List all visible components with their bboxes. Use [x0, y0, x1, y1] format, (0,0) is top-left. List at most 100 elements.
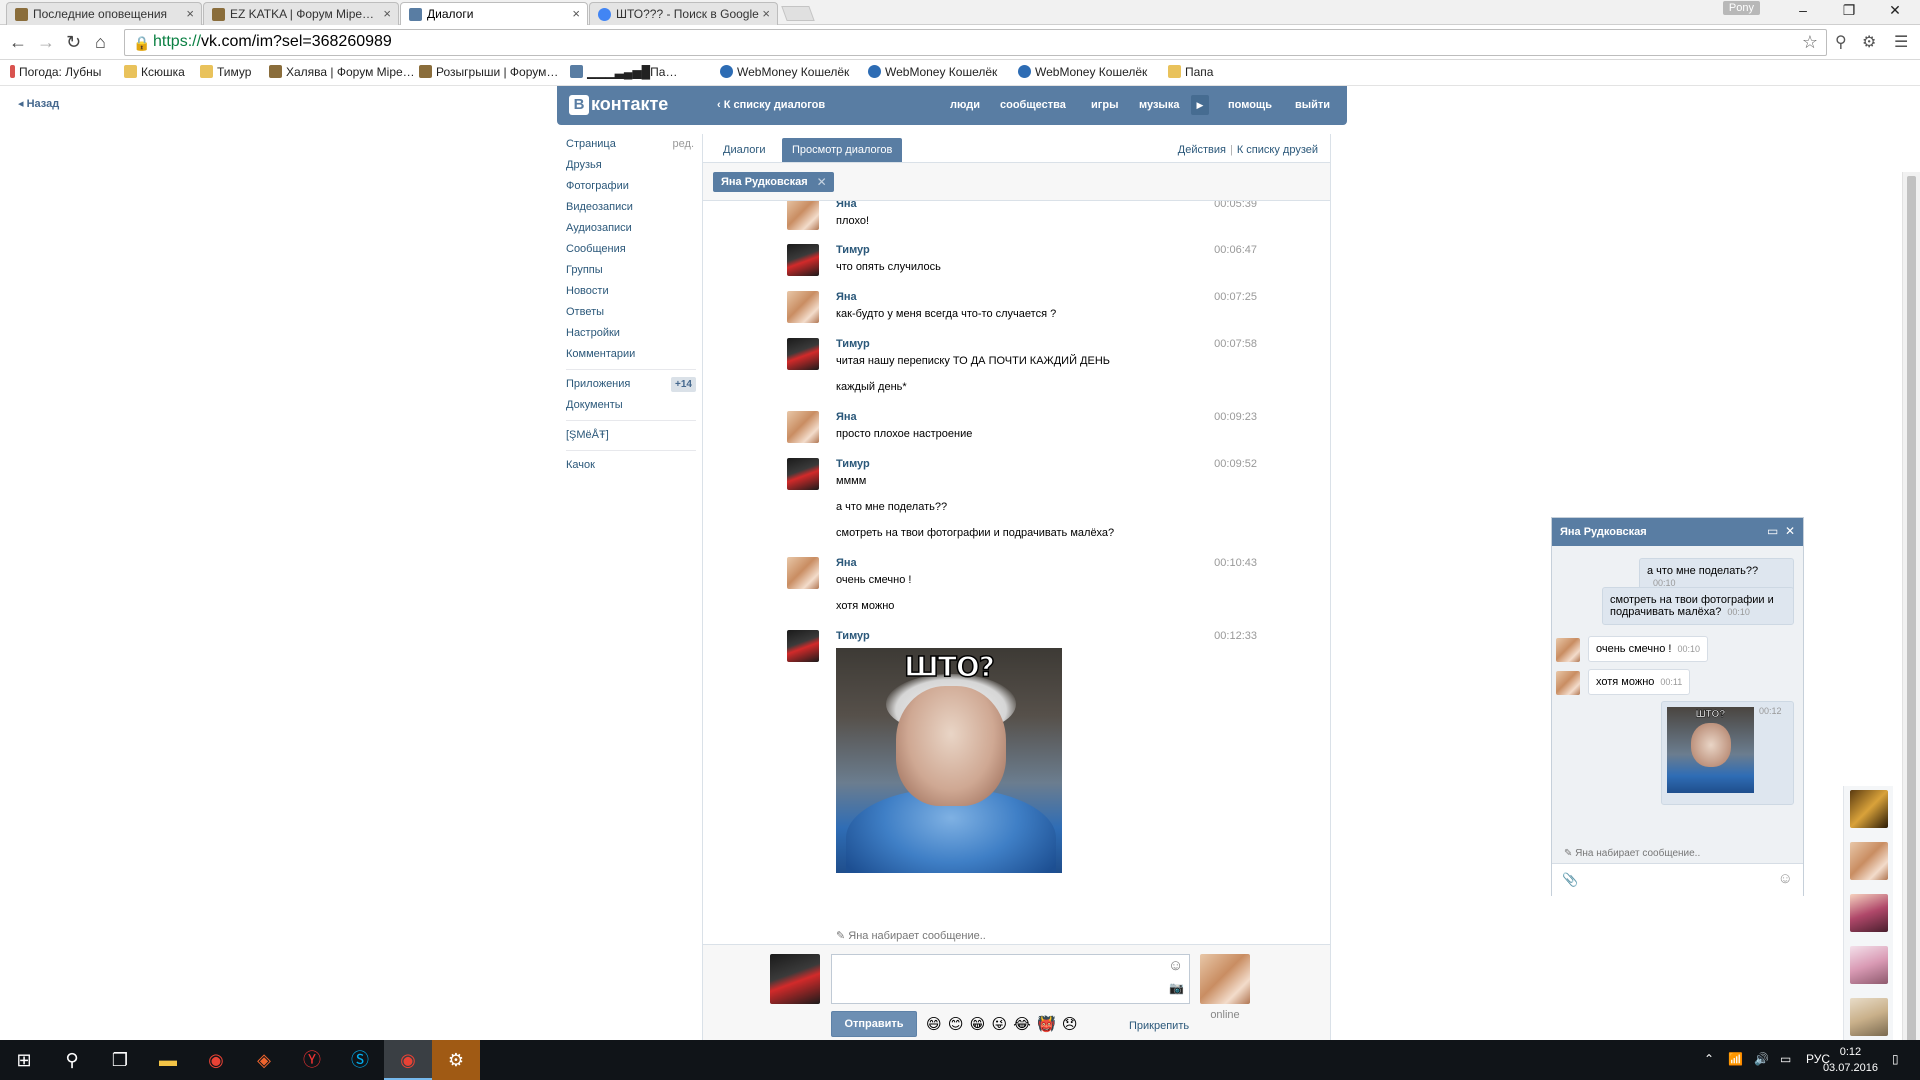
- extension-icon[interactable]: ⚲: [1835, 32, 1847, 52]
- message-author[interactable]: Яна: [836, 201, 857, 210]
- emoji-devil-icon[interactable]: 👹: [1037, 1016, 1056, 1033]
- nav-communities[interactable]: сообщества: [1000, 99, 1066, 111]
- emoji-icon[interactable]: ☺: [1168, 957, 1183, 974]
- action-center-icon[interactable]: ▯: [1892, 1052, 1899, 1066]
- my-avatar[interactable]: [770, 954, 820, 1004]
- bookmark-folder-papa[interactable]: Папа: [1168, 65, 1213, 79]
- contact-chip[interactable]: Яна Рудковская ✕: [713, 172, 834, 192]
- message-author[interactable]: Яна: [836, 411, 857, 423]
- browser-tab-google[interactable]: ШТО??? - Поиск в Google ×: [589, 2, 778, 25]
- new-tab-button[interactable]: [781, 6, 815, 21]
- menu-videos[interactable]: Видеозаписи: [566, 197, 696, 218]
- expand-icon[interactable]: ▭: [1767, 524, 1778, 538]
- file-explorer-icon[interactable]: ▬: [144, 1040, 192, 1080]
- bookmark-vk[interactable]: ▁▁▁▃▄▅█Па…: [570, 65, 677, 79]
- friend-avatar[interactable]: [1850, 946, 1888, 984]
- meme-photo-thumbnail[interactable]: ШТО?: [1667, 707, 1754, 793]
- close-tab-icon[interactable]: ×: [186, 6, 194, 21]
- emoji-smile-icon[interactable]: 😊: [948, 1016, 964, 1033]
- skype-icon[interactable]: Ⓢ: [336, 1040, 384, 1080]
- menu-icon[interactable]: ☰: [1894, 32, 1908, 52]
- browser-tab-dialogs[interactable]: Диалоги ×: [400, 2, 588, 26]
- bookmark-webmoney-3[interactable]: WebMoney Кошелёк: [1018, 65, 1147, 79]
- vk-logo[interactable]: Вконтакте: [569, 94, 668, 115]
- steam-icon[interactable]: ⚙: [432, 1040, 480, 1080]
- menu-comments[interactable]: Комментарии: [566, 344, 696, 365]
- close-tab-icon[interactable]: ×: [572, 6, 580, 21]
- menu-apps[interactable]: Приложения +14: [566, 374, 696, 395]
- bookmark-webmoney-1[interactable]: WebMoney Кошелёк: [720, 65, 849, 79]
- home-icon[interactable]: ⌂: [95, 32, 106, 53]
- menu-news[interactable]: Новости: [566, 281, 696, 302]
- menu-settings[interactable]: Настройки: [566, 323, 696, 344]
- message-author[interactable]: Тимур: [836, 630, 870, 642]
- paperclip-icon[interactable]: 📎: [1562, 872, 1578, 888]
- page-scrollbar[interactable]: [1902, 172, 1920, 1080]
- menu-messages[interactable]: Сообщения: [566, 239, 696, 260]
- avatar[interactable]: [787, 338, 819, 370]
- network-icon[interactable]: 📶: [1728, 1052, 1743, 1066]
- avatar[interactable]: [787, 244, 819, 276]
- nav-people[interactable]: люди: [950, 99, 980, 111]
- back-arrow-icon[interactable]: ←: [9, 32, 27, 53]
- menu-page[interactable]: Страница ред.: [566, 134, 696, 155]
- edit-link[interactable]: ред.: [673, 134, 694, 155]
- menu-friends[interactable]: Друзья: [566, 155, 696, 176]
- close-window-button[interactable]: ✕: [1872, 2, 1918, 19]
- nav-logout[interactable]: выйти: [1295, 99, 1330, 111]
- menu-group-smeat[interactable]: [ŞMëÅŦ]: [566, 425, 696, 446]
- actions-link[interactable]: Действия: [1178, 144, 1226, 156]
- scrollbar-thumb[interactable]: [1907, 176, 1916, 1080]
- close-icon[interactable]: ✕: [1785, 524, 1795, 538]
- address-bar[interactable]: 🔒 https://vk.com/im?sel=368260989 ☆: [124, 29, 1827, 56]
- bookmark-star-icon[interactable]: ☆: [1802, 32, 1818, 53]
- message-author[interactable]: Яна: [836, 557, 857, 569]
- menu-documents[interactable]: Документы: [566, 395, 696, 416]
- nav-help[interactable]: помощь: [1228, 99, 1272, 111]
- message-author[interactable]: Тимур: [836, 458, 870, 470]
- tab-view-dialogs[interactable]: Просмотр диалогов: [782, 138, 903, 162]
- volume-icon[interactable]: 🔊: [1754, 1052, 1769, 1066]
- avatar[interactable]: [787, 291, 819, 323]
- avatar[interactable]: [787, 201, 819, 230]
- yandex-browser-icon[interactable]: Ⓨ: [288, 1040, 336, 1080]
- friend-avatar[interactable]: [1850, 998, 1888, 1036]
- emoji-wink-icon[interactable]: 😜: [991, 1016, 1007, 1033]
- chat-image-bubble[interactable]: ШТО? 00:12: [1661, 701, 1794, 805]
- message-author[interactable]: Яна: [836, 291, 857, 303]
- emoji-icon[interactable]: ☺: [1778, 870, 1793, 887]
- bookmark-halyava[interactable]: Халява | Форум Mipe…: [269, 65, 415, 79]
- browser-tab-notifications[interactable]: Последние оповещения ×: [6, 2, 202, 25]
- chat-avatar[interactable]: [1556, 671, 1580, 695]
- friend-avatar[interactable]: [1850, 842, 1888, 880]
- message-author[interactable]: Тимур: [836, 338, 870, 350]
- emoji-joy-icon[interactable]: 😂: [1013, 1016, 1031, 1033]
- bookmark-giveaways[interactable]: Розыгрыши | Форум…: [419, 65, 558, 79]
- nav-games[interactable]: игры: [1091, 99, 1118, 111]
- message-author[interactable]: Тимур: [836, 244, 870, 256]
- close-tab-icon[interactable]: ×: [762, 6, 770, 21]
- bookmark-webmoney-2[interactable]: WebMoney Кошелёк: [868, 65, 997, 79]
- menu-photos[interactable]: Фотографии: [566, 176, 696, 197]
- windows-start-icon[interactable]: ⊞: [0, 1040, 48, 1080]
- message-history[interactable]: Яна 00:05:39 плохо! Тимур 00:06:47 что о…: [703, 201, 1330, 944]
- avatar[interactable]: [787, 458, 819, 490]
- avatar[interactable]: [787, 630, 819, 662]
- task-view-icon[interactable]: ❐: [96, 1040, 144, 1080]
- emoji-grin-icon[interactable]: 😁: [970, 1016, 986, 1033]
- nav-music[interactable]: музыка: [1139, 99, 1179, 111]
- avatar[interactable]: [787, 411, 819, 443]
- chrome-active-icon[interactable]: ◉: [384, 1040, 432, 1080]
- avatar[interactable]: [787, 557, 819, 589]
- back-to-dialogs-link[interactable]: ‹ К списку диалогов: [717, 99, 825, 111]
- remove-contact-icon[interactable]: ✕: [817, 175, 827, 189]
- search-icon[interactable]: ⚲: [48, 1040, 96, 1080]
- close-tab-icon[interactable]: ×: [383, 6, 391, 21]
- notifications-icon[interactable]: ▭: [1780, 1052, 1791, 1066]
- message-input[interactable]: [831, 954, 1190, 1004]
- forward-arrow-icon[interactable]: →: [37, 32, 55, 53]
- contact-avatar[interactable]: [1200, 954, 1250, 1004]
- menu-group-kachok[interactable]: Качок: [566, 455, 696, 476]
- meme-photo[interactable]: ШТО?: [836, 648, 1062, 873]
- maximize-button[interactable]: ❐: [1826, 2, 1872, 19]
